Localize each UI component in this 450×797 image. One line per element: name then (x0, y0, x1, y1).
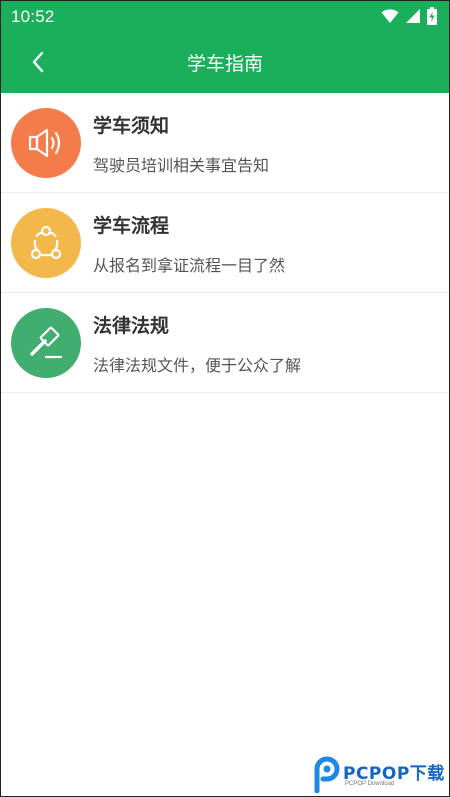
battery-charging-icon (427, 7, 437, 29)
list-item-notice[interactable]: 学车须知 驾驶员培训相关事宜告知 (1, 93, 449, 193)
share-nodes-icon (11, 208, 81, 278)
item-title: 法律法规 (93, 315, 170, 337)
app-screen: 10:52 学车指南 学车须知 驾驶员培训相关事宜告知 学车流程 从报名到拿证流… (0, 0, 450, 797)
app-bar: 学车指南 (1, 35, 449, 93)
wifi-icon (381, 8, 399, 28)
item-title: 学车流程 (93, 215, 170, 237)
guide-list: 学车须知 驾驶员培训相关事宜告知 学车流程 从报名到拿证流程一目了然 法律法规 … (1, 93, 449, 393)
item-description: 法律法规文件，便于公众了解 (93, 356, 302, 375)
status-icons (381, 7, 437, 29)
watermark: PCPOP下载 PCPOP Download (313, 753, 449, 796)
status-bar: 10:52 (1, 1, 449, 35)
cell-signal-icon (405, 8, 421, 28)
pcpop-logo (313, 755, 341, 794)
item-description: 从报名到拿证流程一目了然 (93, 256, 286, 275)
gavel-icon (11, 308, 81, 378)
watermark-subtitle: PCPOP Download (345, 781, 395, 787)
list-item-law[interactable]: 法律法规 法律法规文件，便于公众了解 (1, 293, 449, 393)
list-item-process[interactable]: 学车流程 从报名到拿证流程一目了然 (1, 193, 449, 293)
status-time: 10:52 (11, 7, 55, 26)
speaker-icon (11, 108, 81, 178)
page-title: 学车指南 (186, 53, 263, 75)
item-description: 驾驶员培训相关事宜告知 (93, 156, 270, 175)
item-title: 学车须知 (93, 115, 170, 137)
